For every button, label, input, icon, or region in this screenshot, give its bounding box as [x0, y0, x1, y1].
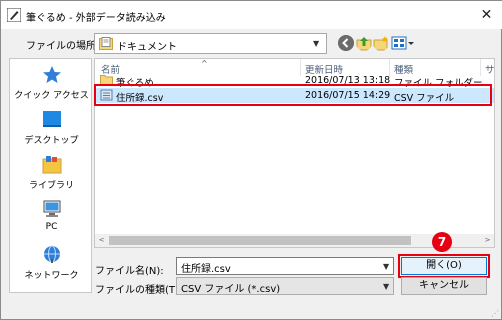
location-dropdown[interactable]: ドキュメント ▼: [94, 33, 327, 54]
filename-input[interactable]: 住所録.csv ▼: [176, 257, 394, 275]
sidebar-item-library[interactable]: ライブラリ: [10, 151, 93, 199]
chevron-down-icon: ▼: [313, 39, 320, 48]
filename-value: 住所録.csv: [181, 264, 231, 275]
chevron-down-icon[interactable]: ▼: [383, 262, 389, 271]
library-icon: [42, 156, 62, 174]
selection-highlight-box: [94, 84, 492, 106]
location-value: ドキュメント: [117, 42, 177, 53]
network-icon: [44, 245, 60, 263]
places-sidebar: クイック アクセス デスクトップ ライブラリ PC ネットワーク: [9, 58, 92, 293]
chevron-down-icon: ▼: [383, 282, 390, 291]
scroll-left-icon[interactable]: <: [95, 234, 108, 247]
sidebar-item-label: ネットワーク: [24, 271, 79, 281]
window-title: 筆ぐるめ - 外部データ読み込み: [26, 13, 166, 24]
sidebar-item-label: デスクトップ: [24, 136, 79, 146]
sidebar-item-label: ライブラリ: [28, 181, 74, 191]
sidebar-item-pc[interactable]: PC: [10, 196, 93, 244]
up-folder-icon[interactable]: [356, 35, 372, 51]
pc-icon: [43, 200, 61, 217]
filename-label: ファイル名(N):: [95, 266, 164, 277]
filetype-dropdown[interactable]: CSV ファイル (*.csv) ▼: [176, 277, 394, 295]
sidebar-item-desktop[interactable]: デスクトップ: [10, 106, 93, 154]
title-bar: 筆ぐるめ - 外部データ読み込み ✕: [1, 1, 502, 29]
scroll-right-icon[interactable]: >: [481, 234, 494, 247]
step-number-badge: 7: [432, 232, 452, 252]
filetype-value: CSV ファイル (*.csv): [181, 284, 281, 295]
filetype-label: ファイルの種類(T):: [95, 285, 183, 296]
star-icon: [43, 66, 61, 83]
open-button-highlight-box: [398, 254, 490, 278]
sidebar-item-network[interactable]: ネットワーク: [10, 241, 93, 289]
scrollbar-thumb[interactable]: [109, 236, 411, 245]
new-folder-icon[interactable]: [373, 35, 389, 51]
cancel-button[interactable]: キャンセル: [401, 277, 487, 295]
sort-ascending-icon: ^: [201, 59, 208, 68]
dialog-window: 筆ぐるめ - 外部データ読み込み ✕ ファイルの場所(I): ドキュメント ▼: [0, 0, 502, 320]
documents-folder-icon: [99, 37, 113, 50]
sidebar-item-quick-access[interactable]: クイック アクセス: [10, 61, 93, 109]
back-icon[interactable]: [338, 35, 354, 51]
app-icon: [7, 8, 21, 22]
resize-grip-icon[interactable]: ⋰: [491, 309, 501, 319]
sidebar-item-label: PC: [45, 222, 58, 232]
sidebar-item-label: クイック アクセス: [14, 91, 89, 101]
desktop-icon: [43, 111, 61, 127]
view-menu-icon[interactable]: [391, 35, 415, 51]
close-button[interactable]: ✕: [470, 1, 502, 29]
